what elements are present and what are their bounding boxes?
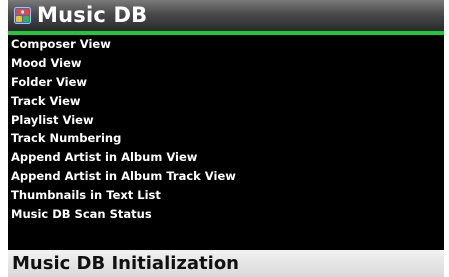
menu-item-composer-view[interactable]: Composer View	[8, 35, 444, 54]
menu-item-mood-view[interactable]: Mood View	[8, 54, 444, 73]
music-db-screen: Music DB Composer View Mood View Folder …	[8, 0, 444, 277]
menu-item-track-view[interactable]: Track View	[8, 92, 444, 111]
menu-item-thumbnails-text-list[interactable]: Thumbnails in Text List	[8, 186, 444, 205]
page-title: Music DB	[37, 3, 148, 27]
menu-item-append-artist-album-track-view[interactable]: Append Artist in Album Track View	[8, 167, 444, 186]
menu-item-track-numbering[interactable]: Track Numbering	[8, 129, 444, 148]
menu-item-append-artist-album-view[interactable]: Append Artist in Album View	[8, 148, 444, 167]
menu-item-playlist-view[interactable]: Playlist View	[8, 111, 444, 130]
title-bar: Music DB	[8, 0, 444, 31]
menu-item-scan-status[interactable]: Music DB Scan Status	[8, 205, 444, 224]
menu-item-folder-view[interactable]: Folder View	[8, 73, 444, 92]
settings-menu-list: Composer View Mood View Folder View Trac…	[8, 35, 444, 224]
music-db-icon	[14, 7, 31, 24]
menu-item-music-db-initialization[interactable]: Music DB Initialization	[8, 250, 444, 277]
